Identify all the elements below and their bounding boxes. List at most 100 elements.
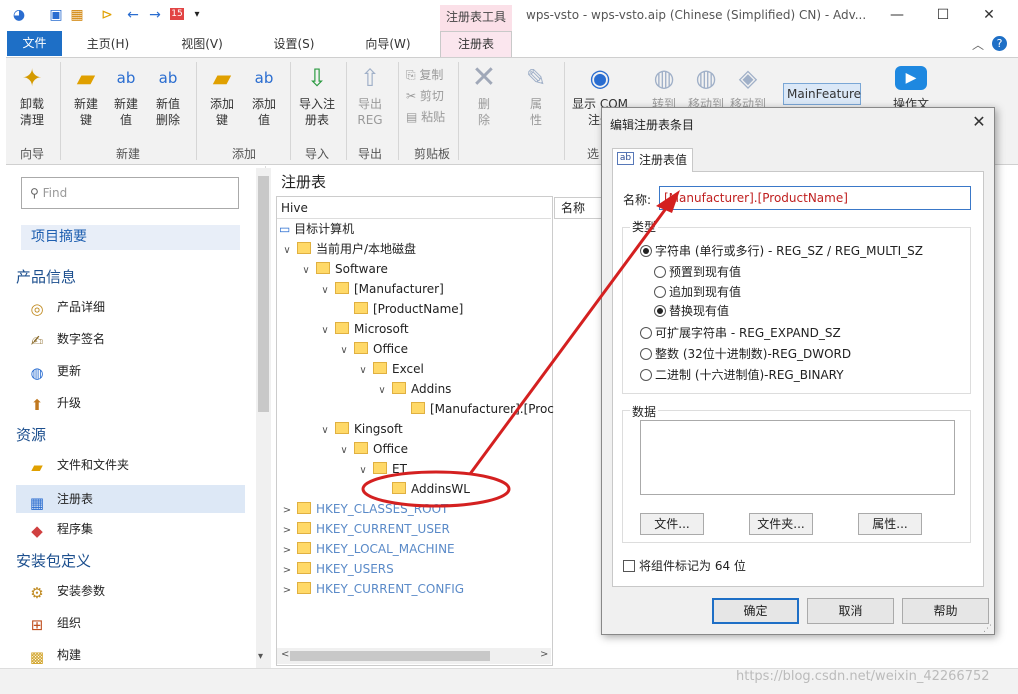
left-scrollbar-thumb[interactable] bbox=[258, 176, 269, 412]
radio-binary[interactable]: 二进制 (十六进制值)-REG_BINARY bbox=[640, 366, 844, 384]
radio-replace[interactable]: 替换现有值 bbox=[654, 302, 729, 320]
chevron-down-icon[interactable]: ∨ bbox=[319, 281, 331, 301]
properties-button[interactable]: ✎ 属 性 bbox=[518, 62, 554, 128]
collapse-ribbon-icon[interactable]: ︿ bbox=[972, 36, 984, 53]
tree-node-office[interactable]: ∨ Office bbox=[338, 339, 408, 359]
nav-digital-signature[interactable]: ✍ 数字签名 bbox=[25, 327, 105, 351]
nav-assemblies[interactable]: ◆ 程序集 bbox=[25, 517, 93, 541]
chevron-down-icon[interactable]: ∨ bbox=[300, 261, 312, 281]
radio-dword[interactable]: 整数 (32位十进制数)-REG_DWORD bbox=[640, 345, 851, 363]
chevron-right-icon[interactable]: > bbox=[281, 541, 293, 561]
badge-icon[interactable]: 15 bbox=[170, 8, 184, 20]
tree-node-target-computer[interactable]: ▭ 目标计算机 bbox=[279, 219, 354, 239]
nav-files-and-folders[interactable]: ▰ 文件和文件夹 bbox=[25, 453, 129, 477]
tab-home[interactable]: 主页(H) bbox=[78, 33, 138, 55]
new-key-button[interactable]: ▰ 新建 键 bbox=[68, 62, 104, 128]
tree-node-hkcu[interactable]: > HKEY_CURRENT_USER bbox=[281, 519, 450, 539]
tree-scrollbar-thumb[interactable] bbox=[290, 651, 490, 661]
tree-node-hku[interactable]: > HKEY_USERS bbox=[281, 559, 394, 579]
radio-prepend[interactable]: 预置到现有值 bbox=[654, 263, 741, 281]
copy-button[interactable]: ⎘ 复制 bbox=[406, 66, 443, 83]
new-value-button[interactable]: ab 新建 值 bbox=[108, 62, 144, 128]
maximize-icon[interactable]: ☐ bbox=[920, 4, 966, 28]
data-textarea[interactable] bbox=[640, 420, 955, 495]
chevron-right-icon[interactable]: > bbox=[281, 561, 293, 581]
tree-node-hkcc[interactable]: > HKEY_CURRENT_CONFIG bbox=[281, 579, 464, 599]
dialog-close-icon[interactable]: ✕ bbox=[968, 112, 990, 131]
tab-registry[interactable]: 注册表 bbox=[440, 31, 512, 58]
chevron-down-icon[interactable]: ∨ bbox=[281, 241, 293, 261]
close-icon[interactable]: ✕ bbox=[966, 4, 1012, 28]
move-to-button[interactable]: ◍ 移动到 bbox=[686, 62, 726, 112]
scroll-down-icon[interactable]: ▾ bbox=[258, 651, 263, 662]
tree-node-manufacturer-product[interactable]: [Manufacturer].[Proc bbox=[395, 399, 554, 419]
nav-updates[interactable]: ◍ 更新 bbox=[25, 359, 81, 383]
chevron-down-icon[interactable]: ∨ bbox=[319, 321, 331, 341]
scroll-left-icon[interactable]: < bbox=[281, 649, 289, 660]
folder-button[interactable]: 文件夹... bbox=[749, 513, 813, 535]
resize-grip-icon[interactable]: ⋰ bbox=[983, 624, 992, 634]
nav-build[interactable]: ▩ 构建 bbox=[25, 643, 81, 667]
add-value-button[interactable]: ab 添加 值 bbox=[246, 62, 282, 128]
tab-wizard[interactable]: 向导(W) bbox=[358, 33, 418, 55]
move-to-button-2[interactable]: ◈ 移动到 bbox=[728, 62, 768, 112]
chevron-right-icon[interactable]: > bbox=[281, 581, 293, 601]
video-tutorial-button[interactable]: ▶ 操作文 bbox=[890, 62, 932, 112]
scroll-right-icon[interactable]: > bbox=[540, 649, 548, 660]
cut-button[interactable]: ✂ 剪切 bbox=[406, 87, 444, 104]
project-summary-link[interactable]: 项目摘要 bbox=[21, 225, 240, 250]
run-icon[interactable]: ⊳ bbox=[98, 6, 116, 24]
back-icon[interactable]: ← bbox=[124, 6, 142, 24]
minimize-icon[interactable]: — bbox=[874, 4, 920, 28]
nav-organization[interactable]: ⊞ 组织 bbox=[25, 611, 81, 635]
tree-node-hklm[interactable]: > HKEY_LOCAL_MACHINE bbox=[281, 539, 455, 559]
search-input[interactable]: ⚲ Find bbox=[21, 177, 239, 209]
radio-string[interactable]: 字符串 (单行或多行) - REG_SZ / REG_MULTI_SZ bbox=[640, 242, 923, 260]
nav-registry[interactable]: ▦ 注册表 bbox=[16, 485, 245, 513]
forward-icon[interactable]: → bbox=[146, 6, 164, 24]
tree-node-microsoft[interactable]: ∨ Microsoft bbox=[319, 319, 409, 339]
radio-expand-string[interactable]: 可扩展字符串 - REG_EXPAND_SZ bbox=[640, 324, 841, 342]
tab-file[interactable]: 文件 bbox=[7, 31, 62, 56]
quick-access-dropdown-icon[interactable]: ▾ bbox=[188, 6, 206, 24]
tab-view[interactable]: 视图(V) bbox=[172, 33, 232, 55]
tree-node-kingsoft[interactable]: ∨ Kingsoft bbox=[319, 419, 403, 439]
tree-node-software[interactable]: ∨ Software bbox=[300, 259, 388, 279]
help-button[interactable]: 帮助 bbox=[902, 598, 989, 624]
property-button[interactable]: 属性... bbox=[858, 513, 922, 535]
tree-node-kingsoft-office[interactable]: ∨ Office bbox=[338, 439, 408, 459]
chevron-right-icon[interactable]: > bbox=[281, 521, 293, 541]
chevron-down-icon[interactable]: ∨ bbox=[357, 461, 369, 481]
chevron-down-icon[interactable]: ∨ bbox=[319, 421, 331, 441]
hive-column-header[interactable]: Hive bbox=[277, 197, 551, 219]
tree-node-productname[interactable]: [ProductName] bbox=[338, 299, 463, 319]
chevron-down-icon[interactable]: ∨ bbox=[376, 381, 388, 401]
tab-settings[interactable]: 设置(S) bbox=[264, 33, 324, 55]
feature-selector[interactable]: MainFeature bbox=[783, 83, 861, 105]
nav-product-details[interactable]: ◎ 产品详细 bbox=[25, 295, 105, 319]
chevron-right-icon[interactable]: > bbox=[281, 501, 293, 521]
save-icon[interactable]: ▣ bbox=[47, 6, 65, 24]
tree-node-excel[interactable]: ∨ Excel bbox=[357, 359, 424, 379]
cancel-button[interactable]: 取消 bbox=[807, 598, 894, 624]
tree-node-addins[interactable]: ∨ Addins bbox=[376, 379, 451, 399]
nav-install-parameters[interactable]: ⚙ 安装参数 bbox=[25, 579, 105, 603]
tree-node-current-user-local-disk[interactable]: ∨ 当前用户/本地磁盘 bbox=[281, 239, 416, 259]
import-registry-button[interactable]: ⇩ 导入注 册表 bbox=[296, 62, 338, 128]
name-field[interactable]: [Manufacturer].[ProductName] bbox=[659, 186, 971, 210]
delete-button[interactable]: ✕ 删 除 bbox=[466, 62, 502, 128]
file-button[interactable]: 文件... bbox=[640, 513, 704, 535]
add-key-button[interactable]: ▰ 添加 键 bbox=[204, 62, 240, 128]
new-value-delete-button[interactable]: ab 新值 删除 bbox=[150, 62, 186, 128]
chevron-down-icon[interactable]: ∨ bbox=[338, 441, 350, 461]
paste-button[interactable]: ▤ 粘贴 bbox=[406, 108, 445, 125]
radio-append[interactable]: 追加到现有值 bbox=[654, 283, 741, 301]
tree-node-hkcr[interactable]: > HKEY_CLASSES_ROOT bbox=[281, 499, 448, 519]
name-column-header[interactable]: 名称 bbox=[554, 197, 602, 219]
mark-64bit-checkbox[interactable]: 将组件标记为 64 位 bbox=[623, 557, 746, 574]
tree-node-addinswl[interactable]: AddinsWL bbox=[376, 479, 470, 499]
nav-upgrade[interactable]: ⬆ 升级 bbox=[25, 391, 81, 415]
convert-button[interactable]: ◍ 转到 bbox=[644, 62, 684, 112]
tree-node-manufacturer[interactable]: ∨ [Manufacturer] bbox=[319, 279, 444, 299]
chevron-down-icon[interactable]: ∨ bbox=[338, 341, 350, 361]
